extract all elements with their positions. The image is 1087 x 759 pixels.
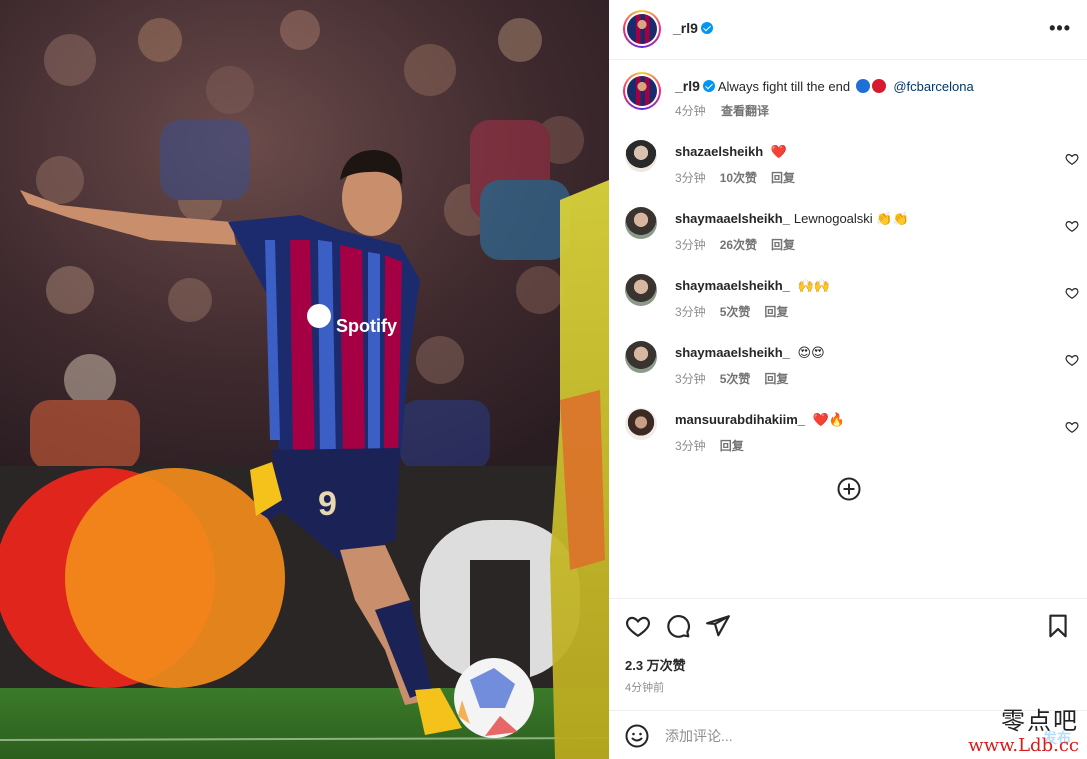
see-translation-link[interactable]: 查看翻译	[721, 104, 769, 118]
caption-username[interactable]: _rl9	[675, 78, 700, 94]
comment-like-heart-icon[interactable]	[1065, 152, 1079, 166]
like-heart-icon[interactable]	[625, 613, 651, 639]
comment-emoji: 🙌🙌	[797, 278, 830, 293]
comment-emoji: ❤️	[770, 144, 787, 159]
red-circle-emoji	[871, 79, 886, 93]
reply-button[interactable]: 回复	[764, 305, 788, 319]
comment-emoji: 👏👏	[876, 211, 909, 226]
comment-username[interactable]: mansuurabdihakiim_	[675, 412, 805, 427]
commenter-avatar[interactable]	[625, 408, 657, 440]
comment-line: shaymaaelsheikh_ Lewnogoalski 👏👏	[675, 211, 909, 227]
comment-emoji: 😍😍	[797, 345, 825, 360]
load-more-comments-icon[interactable]	[837, 477, 861, 501]
add-comment-bar: 发布	[609, 710, 1087, 759]
comment-username[interactable]: shaymaaelsheikh_	[675, 278, 790, 293]
caption-author-avatar[interactable]	[623, 72, 661, 110]
verified-badge-icon	[702, 80, 715, 92]
comment-text: Lewnogoalski	[793, 211, 873, 226]
caption-meta: 4分钟 查看翻译	[675, 102, 781, 119]
svg-text:9: 9	[318, 485, 337, 523]
comment-time: 3分钟	[675, 439, 706, 453]
post-side-panel: _rl9 ••• _rl9 Always fight till the end …	[609, 0, 1087, 759]
comment-time: 3分钟	[675, 305, 706, 319]
verified-badge-icon	[700, 22, 713, 34]
post-actions: 2.3 万次赞 4分钟前	[609, 598, 1087, 710]
comment-item: shaymaaelsheikh_ Lewnogoalski 👏👏 3分钟 26次赞回…	[625, 207, 1079, 257]
comment-item: shaymaaelsheikh_ 😍😍 3分钟 5次赞 回复	[625, 341, 1079, 391]
comment-like-heart-icon[interactable]	[1065, 286, 1079, 300]
caption-line: _rl9 Always fight till the end @fcbarcel…	[675, 78, 974, 94]
comment-item: shazaelsheikh ❤️ 3分钟 10次赞 回复	[625, 140, 1079, 190]
more-options-icon[interactable]: •••	[1049, 18, 1071, 39]
comment-meta: 3分钟 回复	[675, 437, 758, 454]
caption-text: Always fight till the end	[717, 79, 851, 94]
comment-time: 3分钟	[675, 171, 706, 185]
comment-meta: 3分钟 5次赞 回复	[675, 303, 802, 320]
post-photo-illustration: Spotify 9	[0, 0, 609, 759]
post-timestamp: 4分钟前	[625, 682, 665, 694]
mention-link[interactable]: @fcbarcelona	[893, 79, 973, 94]
comment-time: 3分钟	[675, 238, 706, 252]
comment-like-heart-icon[interactable]	[1065, 353, 1079, 367]
comment-line: shaymaaelsheikh_ 😍😍	[675, 345, 825, 361]
commenter-avatar[interactable]	[625, 274, 657, 306]
comment-likes[interactable]: 5次赞	[720, 305, 751, 319]
reply-button[interactable]: 回复	[764, 372, 788, 386]
bookmark-save-icon[interactable]	[1045, 613, 1071, 639]
comment-likes[interactable]: 10次赞	[720, 171, 757, 185]
ad-circle-orange	[65, 468, 285, 688]
comment-meta: 3分钟 26次赞 回复	[675, 236, 809, 253]
reply-button[interactable]: 回复	[720, 439, 744, 453]
comment-username[interactable]: shazaelsheikh	[675, 144, 763, 159]
comment-username[interactable]: shaymaaelsheikh_	[675, 345, 790, 360]
add-comment-input[interactable]	[665, 724, 995, 748]
author-username[interactable]: _rl9	[673, 20, 698, 36]
comment-bubble-icon[interactable]	[665, 613, 691, 639]
comment-like-heart-icon[interactable]	[1065, 420, 1079, 434]
comment-line: shazaelsheikh ❤️	[675, 144, 787, 160]
comment-item: shaymaaelsheikh_ 🙌🙌 3分钟 5次赞 回复	[625, 274, 1079, 324]
comment-line: shaymaaelsheikh_ 🙌🙌	[675, 278, 830, 294]
blue-circle-emoji	[855, 79, 870, 93]
reply-button[interactable]: 回复	[771, 238, 795, 252]
comment-item: mansuurabdihakiim_ ❤️🔥 3分钟 回复	[625, 408, 1079, 458]
comment-line: mansuurabdihakiim_ ❤️🔥	[675, 412, 845, 428]
comment-meta: 3分钟 5次赞 回复	[675, 370, 802, 387]
caption-time: 4分钟	[675, 104, 706, 118]
commenter-avatar[interactable]	[625, 207, 657, 239]
svg-text:Spotify: Spotify	[336, 316, 397, 336]
comment-meta: 3分钟 10次赞 回复	[675, 169, 809, 186]
reply-button[interactable]: 回复	[771, 171, 795, 185]
likes-count[interactable]: 2.3 万次赞	[625, 655, 686, 674]
emoji-picker-icon[interactable]	[625, 724, 649, 748]
comment-likes[interactable]: 5次赞	[720, 372, 751, 386]
comment-emoji: ❤️🔥	[812, 412, 846, 427]
comment-username[interactable]: shaymaaelsheikh_	[675, 211, 790, 226]
commenter-avatar[interactable]	[625, 140, 657, 172]
publish-comment-button[interactable]: 发布	[1043, 728, 1071, 748]
comment-like-heart-icon[interactable]	[1065, 219, 1079, 233]
comment-likes[interactable]: 26次赞	[720, 238, 757, 252]
commenter-avatar[interactable]	[625, 341, 657, 373]
share-send-icon[interactable]	[705, 613, 731, 639]
author-name-row: _rl9	[673, 20, 713, 38]
author-avatar[interactable]	[623, 10, 661, 48]
post-photo[interactable]: Spotify 9	[0, 0, 609, 759]
post-header: _rl9 •••	[609, 0, 1087, 60]
comment-time: 3分钟	[675, 372, 706, 386]
